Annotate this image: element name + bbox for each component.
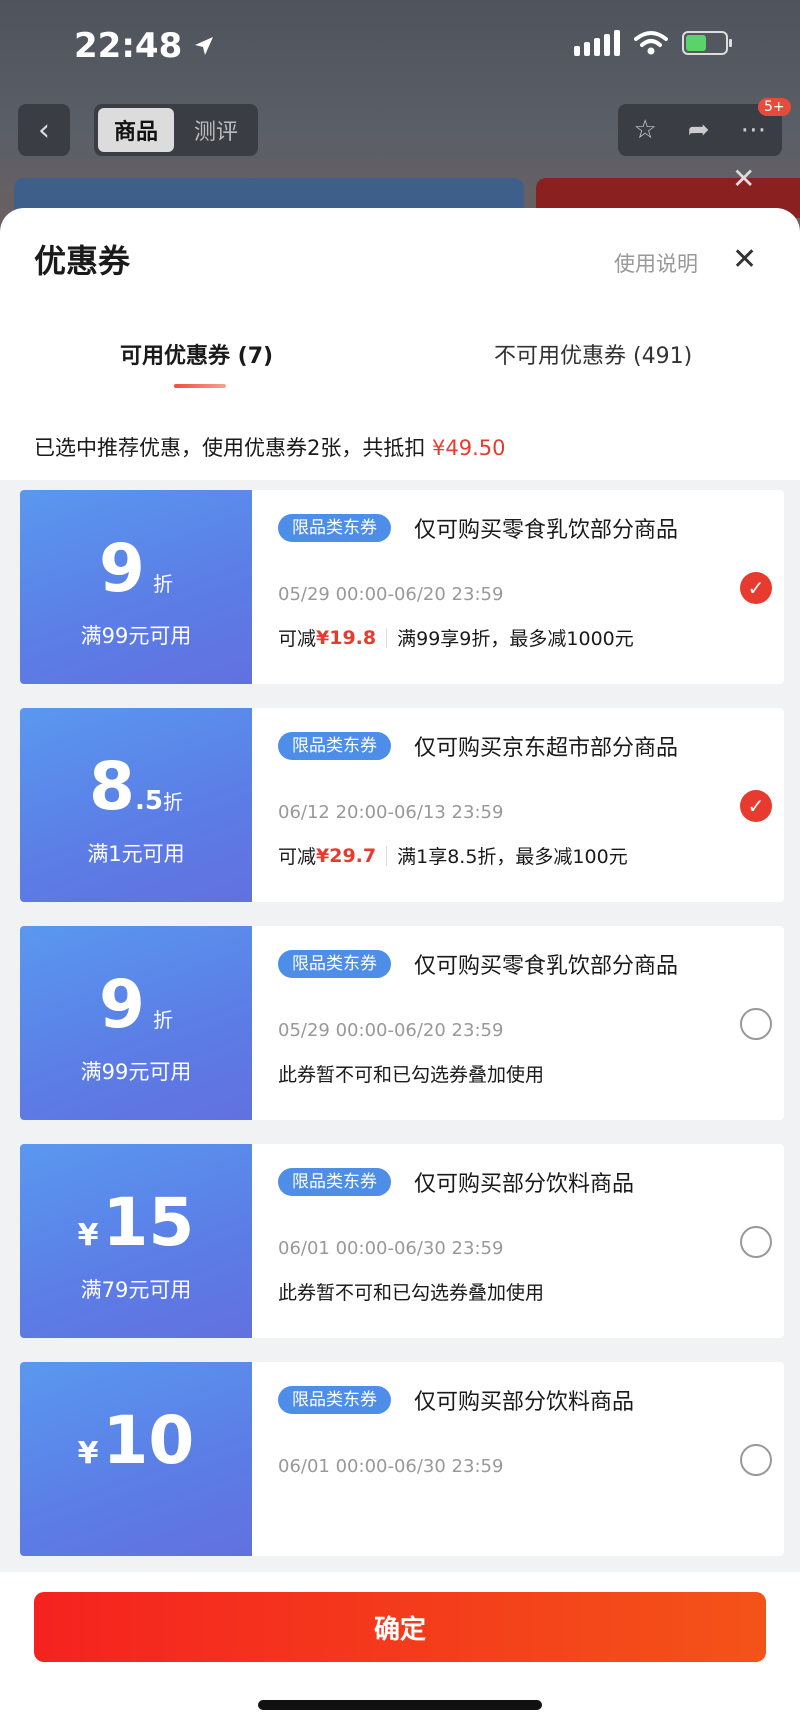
status-time: 22:48 — [74, 26, 216, 66]
deduct-amount: ¥19.8 — [316, 626, 377, 649]
coupon-condition: 满79元可用 — [80, 1278, 192, 1302]
top-tabs: 商品 测评 — [94, 104, 258, 156]
coupon-description: 仅可购买零食乳饮部分商品 — [414, 954, 679, 979]
coupon-currency: ¥ — [77, 1436, 99, 1471]
coupon-value: ¥10 — [20, 1402, 252, 1479]
coupon-validity: 06/01 00:00-06/30 23:59 — [278, 1238, 504, 1259]
coupon-tag: 限品类东券 — [278, 514, 391, 542]
coupon-value-decimal: .5 — [134, 786, 163, 816]
sheet-footer: 确定 — [0, 1572, 800, 1730]
battery-icon — [682, 31, 732, 55]
divider — [386, 627, 388, 648]
coupon-tag: 限品类东券 — [278, 1168, 391, 1196]
coupon-deduction: 可减 ¥29.7 满1享8.5折，最多减100元 — [278, 842, 628, 869]
coupon-value: 9折 — [20, 530, 252, 607]
coupon-validity: 06/01 00:00-06/30 23:59 — [278, 1456, 504, 1477]
deduct-label: 可减 — [278, 628, 317, 650]
coupon-rule: 满99享9折，最多减1000元 — [397, 628, 634, 650]
share-icon[interactable]: ➦ — [688, 115, 710, 145]
checkbox-checked-icon[interactable]: ✓ — [740, 790, 772, 822]
summary-text: 已选中推荐优惠，使用优惠券2张，共抵扣 — [34, 436, 426, 460]
coupon-validity: 05/29 00:00-06/20 23:59 — [278, 584, 504, 605]
divider — [386, 845, 388, 866]
coupon-value-main: 10 — [102, 1402, 195, 1479]
tab-available[interactable]: 可用优惠券 (7) — [120, 338, 273, 370]
selection-summary: 已选中推荐优惠，使用优惠券2张，共抵扣 ¥49.50 — [34, 432, 506, 462]
checkbox-unchecked-icon[interactable] — [740, 1444, 772, 1476]
coupon-value-main: 15 — [102, 1184, 195, 1261]
coupon-validity: 06/12 20:00-06/13 23:59 — [278, 802, 504, 823]
confirm-button[interactable]: 确定 — [34, 1592, 766, 1662]
star-icon[interactable]: ☆ — [633, 115, 656, 145]
coupon-value: 8.5折 — [20, 748, 252, 825]
coupon-note: 此券暂不可和已勾选券叠加使用 — [278, 1064, 545, 1086]
active-tab-indicator — [174, 384, 226, 388]
home-indicator[interactable] — [258, 1700, 542, 1710]
coupon-value-suffix: 折 — [152, 1008, 173, 1032]
summary-amount: ¥49.50 — [432, 436, 506, 460]
sheet-title: 优惠券 — [34, 242, 131, 280]
coupon-value-panel: 9折 满99元可用 — [20, 490, 252, 684]
coupon-list[interactable]: 9折 满99元可用 限品类东券 仅可购买零食乳饮部分商品 05/29 00:00… — [0, 480, 800, 1580]
coupon-card[interactable]: ¥10 限品类东券 仅可购买部分饮料商品 06/01 00:00-06/30 2… — [20, 1362, 784, 1556]
close-icon[interactable]: ✕ — [732, 242, 757, 277]
coupon-rule: 满1享8.5折，最多减100元 — [397, 846, 628, 868]
checkbox-unchecked-icon[interactable] — [740, 1226, 772, 1258]
coupon-sheet: 优惠券 使用说明 ✕ 可用优惠券 (7) 不可用优惠券 (491) 已选中推荐优… — [0, 208, 800, 1730]
tab-unavailable[interactable]: 不可用优惠券 (491) — [494, 338, 692, 370]
coupon-value: 9折 — [20, 966, 252, 1043]
coupon-value-suffix: 折 — [162, 790, 183, 814]
coupon-card[interactable]: ¥15 满79元可用 限品类东券 仅可购买部分饮料商品 06/01 00:00-… — [20, 1144, 784, 1338]
coupon-note: 此券暂不可和已勾选券叠加使用 — [278, 1282, 545, 1304]
wifi-icon — [634, 31, 668, 55]
coupon-tag: 限品类东券 — [278, 950, 391, 978]
coupon-tag: 限品类东券 — [278, 732, 391, 760]
more-icon[interactable]: ⋯ — [740, 115, 766, 145]
location-arrow-icon — [195, 37, 214, 55]
message-badge: 5+ — [758, 98, 791, 116]
coupon-tabs: 可用优惠券 (7) 不可用优惠券 (491) — [0, 338, 800, 398]
coupon-value-main: 9 — [99, 530, 145, 607]
coupon-description: 仅可购买京东超市部分商品 — [414, 736, 679, 761]
deduct-label: 可减 — [278, 846, 317, 868]
deduct-amount: ¥29.7 — [316, 844, 377, 867]
coupon-value-panel: ¥15 满79元可用 — [20, 1144, 252, 1338]
coupon-card[interactable]: 8.5折 满1元可用 限品类东券 仅可购买京东超市部分商品 06/12 20:0… — [20, 708, 784, 902]
coupon-value-main: 8 — [89, 748, 135, 825]
coupon-value-panel: 8.5折 满1元可用 — [20, 708, 252, 902]
coupon-tag: 限品类东券 — [278, 1386, 391, 1414]
checkbox-unchecked-icon[interactable] — [740, 1008, 772, 1040]
coupon-value: ¥15 — [20, 1184, 252, 1261]
coupon-value-panel: ¥10 — [20, 1362, 252, 1556]
coupon-card[interactable]: 9折 满99元可用 限品类东券 仅可购买零食乳饮部分商品 05/29 00:00… — [20, 490, 784, 684]
coupon-condition: 满99元可用 — [80, 624, 192, 648]
status-icons — [574, 30, 732, 56]
tab-review[interactable]: 测评 — [178, 108, 254, 152]
tab-product[interactable]: 商品 — [98, 108, 174, 152]
checkbox-checked-icon[interactable]: ✓ — [740, 572, 772, 604]
coupon-value-main: 9 — [99, 966, 145, 1043]
cellular-signal-icon — [574, 30, 620, 56]
top-actions: ☆ ➦ ⋯ — [618, 104, 782, 156]
coupon-deduction: 可减 ¥19.8 满99享9折，最多减1000元 — [278, 624, 634, 651]
status-time-text: 22:48 — [74, 26, 183, 66]
coupon-description: 仅可购买零食乳饮部分商品 — [414, 518, 679, 543]
coupon-description: 仅可购买部分饮料商品 — [414, 1390, 635, 1415]
back-button[interactable]: ‹ — [18, 104, 70, 156]
coupon-value-panel: 9折 满99元可用 — [20, 926, 252, 1120]
coupon-currency: ¥ — [77, 1218, 99, 1253]
coupon-validity: 05/29 00:00-06/20 23:59 — [278, 1020, 504, 1041]
usage-instructions-link[interactable]: 使用说明 — [614, 248, 698, 278]
coupon-condition: 满1元可用 — [87, 842, 185, 866]
coupon-description: 仅可购买部分饮料商品 — [414, 1172, 635, 1197]
coupon-card[interactable]: 9折 满99元可用 限品类东券 仅可购买零食乳饮部分商品 05/29 00:00… — [20, 926, 784, 1120]
coupon-condition: 满99元可用 — [80, 1060, 192, 1084]
coupon-value-suffix: 折 — [152, 572, 173, 596]
banner-close-icon[interactable]: ✕ — [732, 162, 755, 195]
